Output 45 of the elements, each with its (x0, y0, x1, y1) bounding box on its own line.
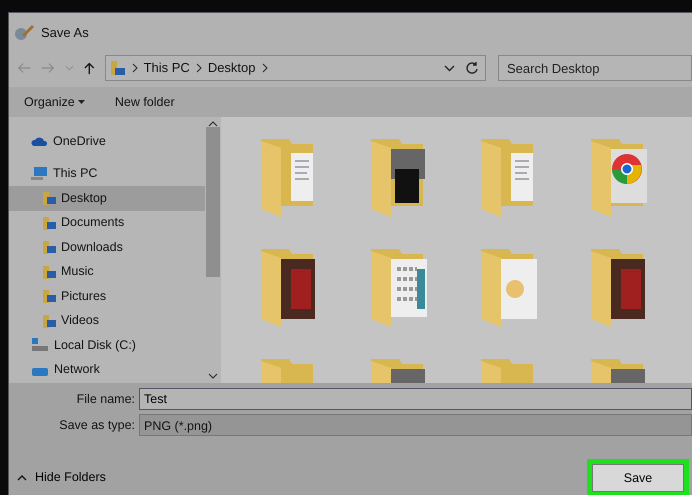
app-icon (13, 24, 35, 42)
sidebar-item[interactable]: Desktop (9, 186, 205, 210)
organize-menu[interactable]: Organize (24, 92, 85, 112)
folder-icon (42, 216, 56, 230)
file-name-field[interactable]: Test (139, 388, 692, 410)
chevron-right-icon (132, 63, 138, 73)
folder-icon (42, 191, 56, 206)
drive-icon (31, 338, 49, 352)
hide-folders-button[interactable]: Hide Folders (17, 468, 106, 487)
sidebar-item[interactable]: Local Disk (C:) (9, 333, 205, 358)
folder-icon (42, 264, 56, 279)
folder-icon (42, 314, 56, 328)
sidebar-item[interactable]: Downloads (9, 235, 205, 260)
chevron-up-icon (17, 474, 27, 481)
sidebar-item[interactable]: Music (9, 260, 205, 284)
folder-icon (42, 240, 56, 254)
save-as-type-label: Save as type: (58, 416, 135, 434)
breadcrumb-item[interactable]: Desktop (208, 58, 256, 78)
search-field[interactable]: Search Desktop (498, 55, 692, 81)
sidebar-item[interactable]: This PC (9, 162, 205, 186)
refresh-icon[interactable] (464, 61, 479, 75)
sidebar-item[interactable]: Documents (9, 210, 205, 235)
desktop-folder-icon (110, 60, 126, 76)
window-title: Save As (41, 24, 89, 42)
scrollbar-thumb[interactable] (206, 127, 220, 277)
scrollbar[interactable] (205, 117, 221, 383)
sidebar-item[interactable]: Pictures (9, 284, 205, 308)
chevron-right-icon (262, 63, 268, 73)
sidebar-item[interactable]: Videos (9, 308, 205, 333)
sidebar-item[interactable]: Network (9, 358, 205, 382)
folder-icon (42, 289, 56, 304)
new-folder-button[interactable]: New folder (114, 92, 175, 112)
save-as-type-dropdown[interactable]: PNG (*.png) (139, 414, 692, 436)
file-name-label: File name: (76, 390, 135, 408)
chevron-down-icon[interactable] (444, 64, 455, 72)
address-bar[interactable]: This PC Desktop (104, 55, 486, 81)
computer-icon (31, 166, 48, 181)
breadcrumb-item[interactable]: This PC (144, 58, 190, 78)
caret-icon (78, 100, 85, 104)
chevron-down-icon[interactable] (208, 373, 218, 379)
sidebar-item[interactable]: OneDrive (9, 129, 205, 154)
chevron-right-icon (196, 63, 202, 73)
chevron-up-icon[interactable] (208, 121, 218, 127)
up-arrow-icon[interactable] (84, 61, 95, 75)
cloud-icon (31, 136, 48, 147)
